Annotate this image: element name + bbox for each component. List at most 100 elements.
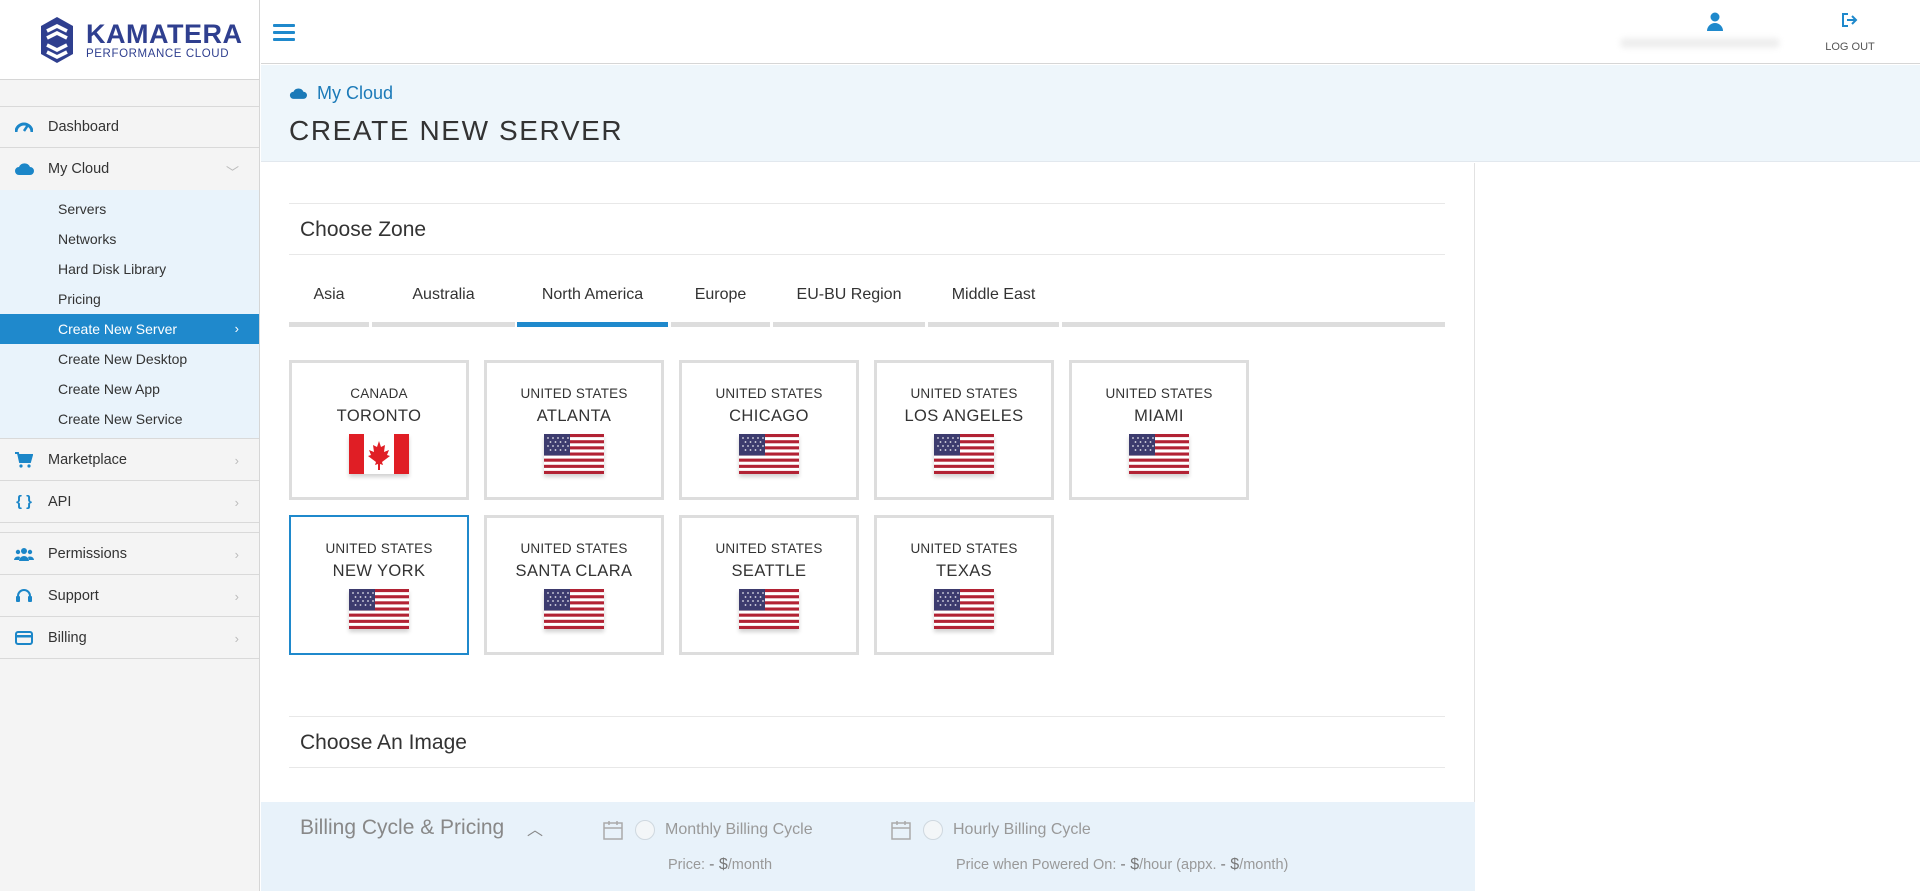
sidebar-item-pricing[interactable]: Pricing: [0, 284, 259, 314]
hourly-radio[interactable]: [923, 820, 943, 840]
chevron-right-icon: ›: [234, 453, 239, 468]
canada-flag-icon: [349, 434, 409, 474]
tab-north-america[interactable]: North America: [517, 285, 668, 327]
zone-country: UNITED STATES: [520, 386, 628, 401]
credit-card-icon: [14, 629, 34, 647]
chevron-up-icon[interactable]: ︿: [527, 816, 543, 840]
chevron-right-icon: ›: [234, 547, 239, 562]
zone-country: UNITED STATES: [325, 541, 433, 556]
breadcrumb-label: My Cloud: [317, 83, 394, 103]
zone-card-santa-clara[interactable]: UNITED STATES SANTA CLARA: [484, 515, 664, 655]
zone-city: SEATTLE: [731, 562, 807, 580]
zone-city: TORONTO: [336, 407, 422, 425]
sidebar-item-label: Support: [48, 587, 99, 604]
zone-city: TEXAS: [935, 562, 993, 580]
chevron-right-icon: ›: [234, 321, 239, 336]
tab-asia[interactable]: Asia: [289, 285, 369, 327]
calendar-clock-icon: [891, 821, 911, 840]
breadcrumb[interactable]: My Cloud: [289, 83, 393, 104]
zone-card-texas[interactable]: UNITED STATES TEXAS: [874, 515, 1054, 655]
zone-country: UNITED STATES: [1105, 386, 1213, 401]
zone-card-miami[interactable]: UNITED STATES MIAMI: [1069, 360, 1249, 500]
sidebar-divider: [0, 523, 259, 533]
user-name-blurred[interactable]: [1620, 38, 1780, 48]
billing-cycle-panel: Billing Cycle & Pricing ︿ Monthly Billin…: [261, 802, 1475, 891]
hourly-price-suffix: /month): [1239, 857, 1289, 873]
us-flag-icon: [1129, 434, 1189, 474]
hourly-label: Hourly Billing Cycle: [953, 821, 1091, 838]
sidebar-item-create-new-service[interactable]: Create New Service: [0, 404, 259, 434]
zone-country: UNITED STATES: [520, 541, 628, 556]
main-content: Choose Zone Asia Australia North America…: [261, 163, 1475, 891]
tab-australia[interactable]: Australia: [372, 285, 515, 327]
zone-country: UNITED STATES: [910, 541, 1018, 556]
tab-middle-east[interactable]: Middle East: [928, 285, 1059, 327]
logout-icon: [1842, 13, 1858, 27]
tab-eu-bu-region[interactable]: EU-BU Region: [773, 285, 925, 327]
sidebar-item-my-cloud[interactable]: My Cloud ﹀: [0, 148, 259, 190]
sidebar-item-create-new-desktop[interactable]: Create New Desktop: [0, 344, 259, 374]
zone-country: CANADA: [350, 386, 408, 401]
zone-card-atlanta[interactable]: UNITED STATES ATLANTA: [484, 360, 664, 500]
headset-icon: [14, 587, 34, 605]
logo[interactable]: KAMATERA PERFORMANCE CLOUD: [0, 0, 259, 80]
hamburger-menu-icon[interactable]: [273, 24, 295, 45]
monthly-price-prefix: Price:: [668, 857, 710, 873]
tab-bar-remainder: [1062, 322, 1445, 327]
zone-city: SANTA CLARA: [515, 562, 633, 580]
braces-icon: { }: [16, 493, 32, 510]
tab-europe[interactable]: Europe: [671, 285, 770, 327]
hourly-price-value: - $: [1120, 856, 1140, 873]
us-flag-icon: [544, 434, 604, 474]
sidebar-item-api[interactable]: { } API ›: [0, 481, 259, 523]
monthly-price-suffix: /month: [727, 857, 773, 873]
sidebar-item-networks[interactable]: Networks: [0, 224, 259, 254]
logout-button[interactable]: LOG OUT: [1820, 12, 1880, 53]
sidebar-item-marketplace[interactable]: Marketplace ›: [0, 439, 259, 481]
user-icon[interactable]: [1706, 12, 1724, 32]
zone-country: UNITED STATES: [715, 386, 823, 401]
dashboard-icon: [14, 118, 34, 136]
billing-title: Billing Cycle & Pricing: [300, 816, 505, 839]
monthly-price-value: - $: [709, 856, 728, 873]
sidebar-item-create-new-server[interactable]: Create New Server ›: [0, 314, 259, 344]
chevron-down-icon: ﹀: [225, 165, 239, 180]
zone-card-toronto[interactable]: CANADA TORONTO: [289, 360, 469, 500]
sidebar-item-create-new-app[interactable]: Create New App: [0, 374, 259, 404]
choose-image-heading: Choose An Image: [289, 716, 1445, 768]
hourly-price-mid: /hour (appx.: [1139, 857, 1221, 873]
sidebar-item-support[interactable]: Support ›: [0, 575, 259, 617]
sidebar-item-label: API: [48, 493, 72, 510]
zone-tabs: Asia Australia North America Europe EU-B…: [289, 285, 1445, 327]
sidebar-item-hard-disk-library[interactable]: Hard Disk Library: [0, 254, 259, 284]
monthly-billing-option[interactable]: Monthly Billing Cycle: [603, 820, 813, 840]
cloud-icon: [289, 88, 307, 99]
zone-card-los-angeles[interactable]: UNITED STATES LOS ANGELES: [874, 360, 1054, 500]
sidebar-item-dashboard[interactable]: Dashboard: [0, 106, 259, 148]
us-flag-icon: [934, 589, 994, 629]
zone-card-chicago[interactable]: UNITED STATES CHICAGO: [679, 360, 859, 500]
sidebar-item-permissions[interactable]: Permissions ›: [0, 533, 259, 575]
hourly-billing-option[interactable]: Hourly Billing Cycle: [891, 820, 1091, 840]
my-cloud-submenu: Servers Networks Hard Disk Library Prici…: [0, 190, 259, 439]
sidebar-item-servers[interactable]: Servers: [0, 194, 259, 224]
hourly-price-prefix: Price when Powered On:: [956, 857, 1121, 873]
calendar-icon: [603, 821, 623, 840]
sidebar-item-label: Marketplace: [48, 451, 127, 468]
zone-city: LOS ANGELES: [904, 407, 1024, 425]
hourly-price: Price when Powered On: - $/hour (appx. -…: [956, 856, 1288, 874]
sidebar-item-label: Billing: [48, 629, 87, 646]
sidebar-item-billing[interactable]: Billing ›: [0, 617, 259, 659]
sidebar: KAMATERA PERFORMANCE CLOUD Dashboard My …: [0, 0, 260, 891]
hourly-price-value-monthly: - $: [1220, 856, 1240, 873]
monthly-radio[interactable]: [635, 820, 655, 840]
page-header: My Cloud CREATE NEW SERVER: [261, 65, 1920, 162]
logo-tagline: PERFORMANCE CLOUD: [86, 47, 230, 60]
logout-label: LOG OUT: [1825, 41, 1875, 53]
zone-city: CHICAGO: [729, 407, 809, 425]
monthly-label: Monthly Billing Cycle: [665, 821, 813, 838]
zone-card-seattle[interactable]: UNITED STATES SEATTLE: [679, 515, 859, 655]
zone-card-new-york[interactable]: UNITED STATES NEW YORK: [289, 515, 469, 655]
chevron-right-icon: ›: [234, 495, 239, 510]
monthly-price: Price: - $/month: [668, 856, 772, 874]
